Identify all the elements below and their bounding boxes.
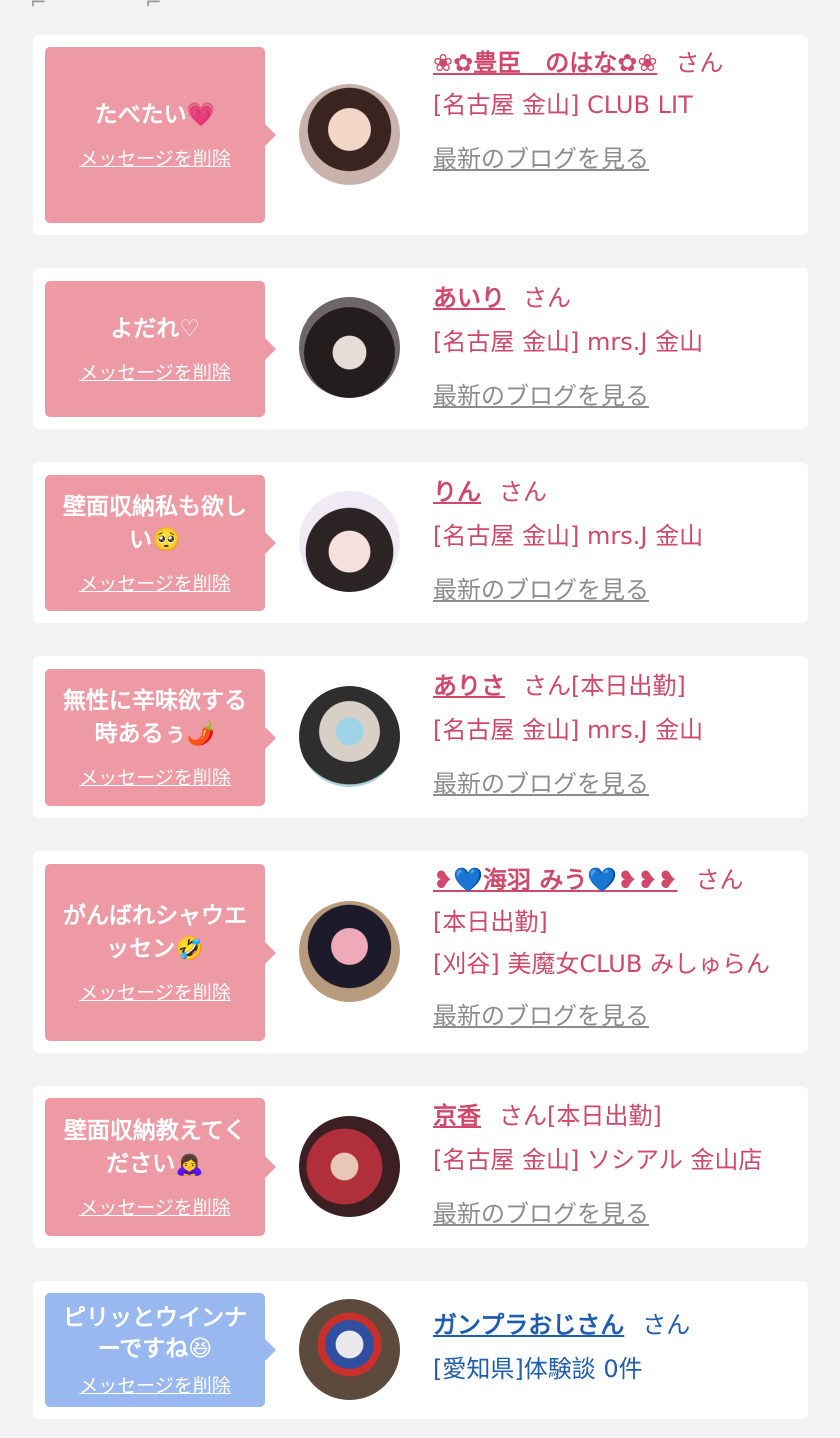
message-bubble: よだれ♡ メッセージを削除 <box>45 281 276 417</box>
avatar[interactable] <box>299 1116 400 1217</box>
honorific: さん <box>499 1102 547 1130</box>
sender-info: りん さん [名古屋 金山] mrs.J 金山 最新のブログを見る <box>433 470 798 612</box>
message-text: ピリッとウインナーですね😆 <box>63 1304 247 1362</box>
message-card: 壁面収納教えてください🙇‍♀️ メッセージを削除 京香 さん[本日出勤] [名古屋… <box>33 1086 808 1248</box>
sender-name-link[interactable]: りん <box>433 478 481 506</box>
message-card: がんばれシャウエッセン🤣 メッセージを削除 ❥💙海羽 みう💙❥❥❥ さん [本日出… <box>33 851 808 1053</box>
avatar[interactable] <box>299 1299 400 1400</box>
sender-info: 京香 さん[本日出勤] [名古屋 金山] ソシアル 金山店 最新のブログを見る <box>433 1094 798 1236</box>
honorific: さん <box>523 284 571 312</box>
sender-name-link[interactable]: ❀✿豊臣 のはな✿❀ <box>433 49 657 77</box>
message-bubble: 壁面収納教えてください🙇‍♀️ メッセージを削除 <box>45 1098 276 1236</box>
honorific: さん <box>499 478 547 506</box>
delete-message-link[interactable]: メッセージを削除 <box>79 978 231 1005</box>
sender-name-link[interactable]: あいり <box>433 284 505 312</box>
message-card: よだれ♡ メッセージを削除 あいり さん [名古屋 金山] mrs.J 金山 最新… <box>33 268 808 429</box>
sender-name-link[interactable]: ❥💙海羽 みう💙❥❥❥ <box>433 866 678 894</box>
delete-message-link[interactable]: メッセージを削除 <box>79 358 231 385</box>
sender-info: ガンプラおじさん さん [愛知県]体験談 0件 <box>433 1303 798 1391</box>
avatar[interactable] <box>299 491 400 592</box>
message-bubble: 壁面収納私も欲しい🥺 メッセージを削除 <box>45 475 276 611</box>
message-text: よだれ♡ <box>110 316 200 342</box>
delete-message-link[interactable]: メッセージを削除 <box>79 569 231 596</box>
message-text: たべたい💗 <box>94 102 216 128</box>
shop-location: [名古屋 金山] mrs.J 金山 <box>433 328 704 356</box>
latest-blog-link[interactable]: 最新のブログを見る <box>433 995 798 1037</box>
latest-blog-link[interactable]: 最新のブログを見る <box>433 137 798 181</box>
previous-item-cutoff: ⌐ ⌐ <box>30 0 164 14</box>
shop-location: [名古屋 金山] mrs.J 金山 <box>433 716 704 744</box>
avatar[interactable] <box>299 686 400 787</box>
message-bubble: がんばれシャウエッセン🤣 メッセージを削除 <box>45 864 276 1041</box>
message-bubble: 無性に辛味欲する時あるぅ🌶️ メッセージを削除 <box>45 669 276 806</box>
sender-name-link[interactable]: ガンプラおじさん <box>433 1311 624 1339</box>
shop-location: [名古屋 金山] mrs.J 金山 <box>433 522 704 550</box>
latest-blog-link[interactable]: 最新のブログを見る <box>433 762 798 806</box>
shop-location: [名古屋 金山] ソシアル 金山店 <box>433 1146 763 1174</box>
delete-message-link[interactable]: メッセージを削除 <box>79 144 231 171</box>
avatar[interactable] <box>299 901 400 1002</box>
message-card: ピリッとウインナーですね😆 メッセージを削除 ガンプラおじさん さん [愛知県]体… <box>33 1281 808 1419</box>
message-text: 無性に辛味欲する時あるぅ🌶️ <box>63 688 247 747</box>
honorific: さん <box>642 1311 691 1339</box>
today-working-badge: [本日出勤] <box>571 672 686 700</box>
shop-location: [刈谷] 美魔女CLUB みしゅらん <box>433 950 770 978</box>
sender-info: あいり さん [名古屋 金山] mrs.J 金山 最新のブログを見る <box>433 276 798 418</box>
today-working-badge: [本日出勤] <box>433 908 548 936</box>
avatar[interactable] <box>299 297 400 398</box>
message-text: 壁面収納私も欲しい🥺 <box>63 493 247 553</box>
message-text: 壁面収納教えてください🙇‍♀️ <box>63 1117 247 1177</box>
review-count: [愛知県]体験談 0件 <box>433 1355 643 1383</box>
honorific: さん <box>695 866 744 894</box>
sender-name-link[interactable]: 京香 <box>433 1102 481 1130</box>
today-working-badge: [本日出勤] <box>547 1102 662 1130</box>
sender-info: ❥💙海羽 みう💙❥❥❥ さん [本日出勤] [刈谷] 美魔女CLUB みしゅらん … <box>433 859 798 1037</box>
message-card: 無性に辛味欲する時あるぅ🌶️ メッセージを削除 ありさ さん[本日出勤] [名古屋… <box>33 656 808 818</box>
delete-message-link[interactable]: メッセージを削除 <box>79 763 231 790</box>
message-card: たべたい💗 メッセージを削除 ❀✿豊臣 のはな✿❀ さん [名古屋 金山] CLU… <box>33 35 808 235</box>
message-card: 壁面収納私も欲しい🥺 メッセージを削除 りん さん [名古屋 金山] mrs.J … <box>33 462 808 623</box>
latest-blog-link[interactable]: 最新のブログを見る <box>433 568 798 612</box>
latest-blog-link[interactable]: 最新のブログを見る <box>433 1192 798 1236</box>
delete-message-link[interactable]: メッセージを削除 <box>79 1371 231 1398</box>
message-text: がんばれシャウエッセン🤣 <box>63 903 247 962</box>
delete-message-link[interactable]: メッセージを削除 <box>79 1193 231 1220</box>
latest-blog-link[interactable]: 最新のブログを見る <box>433 374 798 418</box>
message-bubble: ピリッとウインナーですね😆 メッセージを削除 <box>45 1293 276 1407</box>
sender-info: ❀✿豊臣 のはな✿❀ さん [名古屋 金山] CLUB LIT 最新のブログを見る <box>433 43 798 181</box>
honorific: さん <box>675 49 724 77</box>
message-bubble: たべたい💗 メッセージを削除 <box>45 47 276 223</box>
sender-name-link[interactable]: ありさ <box>433 672 505 700</box>
sender-info: ありさ さん[本日出勤] [名古屋 金山] mrs.J 金山 最新のブログを見る <box>433 664 798 806</box>
honorific: さん <box>523 672 571 700</box>
avatar[interactable] <box>299 84 400 185</box>
shop-location: [名古屋 金山] CLUB LIT <box>433 91 693 119</box>
